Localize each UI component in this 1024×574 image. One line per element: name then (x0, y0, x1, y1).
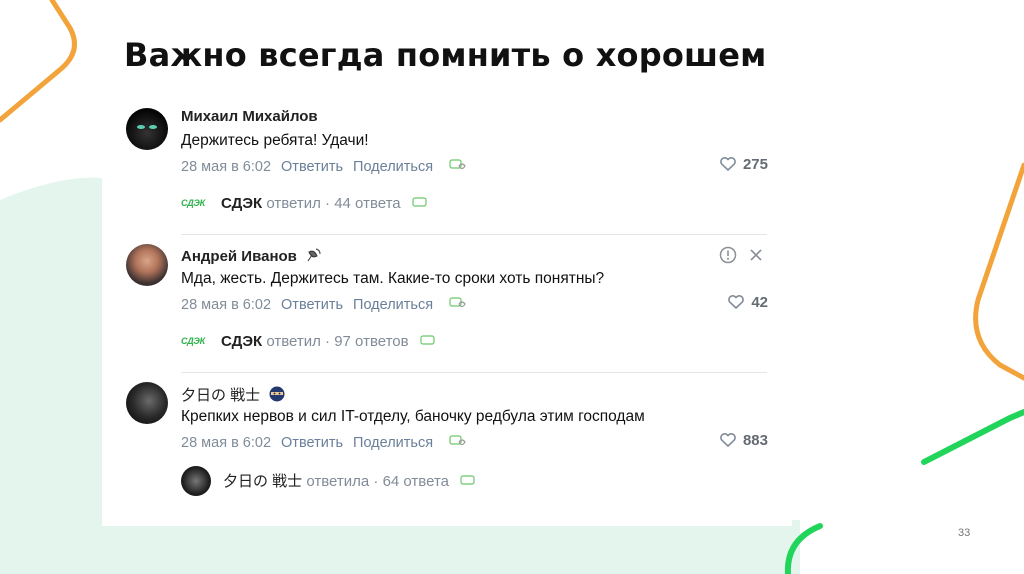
heart-icon (720, 433, 736, 447)
divider (181, 234, 767, 235)
green-line-right (921, 409, 1024, 465)
share-link[interactable]: Поделиться (353, 297, 433, 313)
cdek-logo: СДЭК (181, 198, 205, 208)
heart-icon (720, 157, 736, 171)
mint-shape-bottom (102, 520, 800, 574)
reaction-sticker-icon[interactable] (449, 295, 467, 311)
page-number: 33 (958, 527, 971, 539)
reply-dot: · (325, 333, 331, 350)
thread-link[interactable]: 夕日の 戦士 ответила · 64 ответа (181, 466, 477, 496)
like-button[interactable]: 883 (719, 432, 768, 449)
ninja-emoji-icon (269, 386, 285, 402)
thread-link[interactable]: СДЭК СДЭК ответил · 44 ответа (181, 194, 429, 218)
like-button[interactable]: 42 (727, 294, 768, 311)
comment-meta: 28 мая в 6:02 Ответить Поделиться (181, 433, 467, 451)
badge-icon (420, 335, 435, 345)
reply-link[interactable]: Ответить (281, 435, 343, 451)
avatar[interactable] (126, 244, 168, 286)
reply-link[interactable]: Ответить (281, 159, 343, 175)
comment-meta: 28 мая в 6:02 Ответить Поделиться (181, 295, 467, 313)
share-link[interactable]: Поделиться (353, 435, 433, 451)
comment-author-row[interactable]: 夕日の 戦士 (181, 384, 286, 405)
mint-shape (0, 177, 102, 574)
reply-dot: · (373, 473, 379, 490)
reply-count: 64 ответа (382, 473, 449, 490)
reply-avatar (181, 466, 211, 496)
avatar[interactable] (126, 382, 168, 424)
badge-icon (412, 197, 427, 207)
badge-icon (460, 475, 475, 485)
like-count: 883 (742, 432, 768, 449)
reply-verb: ответил (266, 195, 321, 212)
comment-author-row[interactable]: Андрей Иванов (181, 246, 323, 265)
reply-author: 夕日の 戦士 (223, 473, 303, 490)
like-count: 275 (742, 156, 768, 173)
comment-date[interactable]: 28 мая в 6:02 (181, 297, 271, 313)
avatar[interactable] (126, 108, 168, 150)
comment-author: 夕日の 戦士 (181, 387, 261, 404)
satellite-dish-icon (307, 248, 321, 262)
reply-verb: ответил (266, 333, 321, 350)
thread-link[interactable]: СДЭК СДЭК ответил · 97 ответов (181, 332, 437, 356)
share-link[interactable]: Поделиться (353, 159, 433, 175)
comment-date[interactable]: 28 мая в 6:02 (181, 435, 271, 451)
orange-line-top-left (0, 0, 77, 123)
orange-line-right (973, 162, 1024, 381)
close-icon[interactable] (748, 247, 764, 263)
comment-author[interactable]: Михаил Михайлов (181, 108, 318, 125)
reaction-sticker-icon[interactable] (449, 157, 467, 173)
slide-title: Важно всегда помнить о хорошем (124, 36, 767, 74)
comment-date[interactable]: 28 мая в 6:02 (181, 159, 271, 175)
report-icon[interactable] (719, 246, 737, 264)
reply-link[interactable]: Ответить (281, 297, 343, 313)
comment-text: Держитесь ребята! Удачи! (181, 132, 369, 149)
reply-count: 44 ответа (334, 195, 401, 212)
reply-author: СДЭК (221, 195, 263, 212)
comment-text: Крепких нервов и сил IT-отделу, баночку … (181, 408, 645, 425)
reply-author: СДЭК (221, 333, 263, 350)
comment-text: Мда, жесть. Держитесь там. Какие-то срок… (181, 270, 605, 287)
comment-author: Андрей Иванов (181, 248, 297, 265)
comment-meta: 28 мая в 6:02 Ответить Поделиться (181, 157, 467, 175)
like-count: 42 (751, 294, 768, 311)
reply-count: 97 ответов (334, 333, 409, 350)
comments-panel: Михаил Михайлов Держитесь ребята! Удачи!… (102, 96, 792, 526)
like-button[interactable]: 275 (719, 156, 768, 173)
reply-dot: · (325, 195, 331, 212)
heart-icon (728, 295, 745, 309)
divider (181, 372, 767, 373)
reaction-sticker-icon[interactable] (449, 433, 467, 449)
cdek-logo: СДЭК (181, 336, 205, 346)
reply-verb: ответила (306, 473, 370, 490)
